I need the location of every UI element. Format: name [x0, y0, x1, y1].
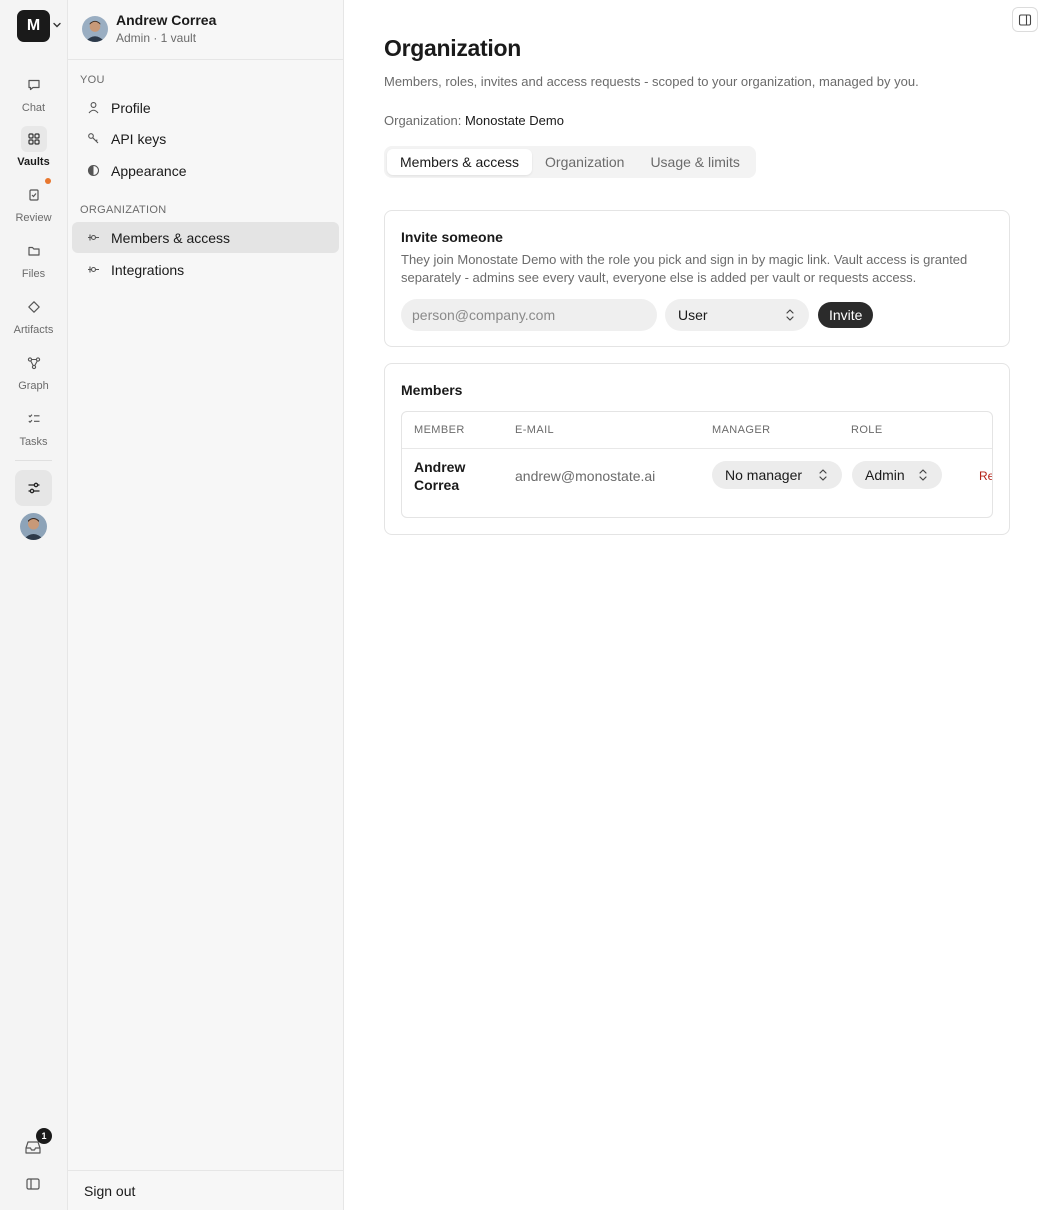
- panel-right-icon: [1018, 13, 1032, 26]
- rail-item-vaults[interactable]: Vaults: [0, 126, 67, 178]
- integrations-icon: [86, 263, 100, 277]
- rail-item-graph[interactable]: Graph: [0, 350, 67, 402]
- artifacts-icon: [21, 294, 47, 320]
- chevron-up-down-icon: [819, 469, 827, 481]
- tab-bar: Members & access Organization Usage & li…: [384, 146, 756, 178]
- rail-item-artifacts[interactable]: Artifacts: [0, 294, 67, 346]
- invite-card: Invite someone They join Monostate Demo …: [384, 210, 1010, 347]
- notification-dot: [45, 178, 51, 184]
- tab-members-access[interactable]: Members & access: [387, 149, 533, 175]
- sidebar-footer: Sign out: [68, 1170, 343, 1210]
- avatar: [82, 16, 108, 42]
- graph-icon: [21, 350, 47, 376]
- contrast-icon: [86, 164, 100, 178]
- app-rail: M Chat Vaults Review Files Artifacts Gra…: [0, 0, 68, 1210]
- role-value: Admin: [865, 467, 905, 483]
- review-icon: [21, 182, 47, 208]
- rail-divider: [15, 460, 52, 461]
- user-role-summary: Admin · 1 vault: [116, 31, 197, 45]
- sidebar-item-label: Appearance: [111, 162, 187, 179]
- rail-label: Files: [21, 268, 46, 280]
- rail-item-review[interactable]: Review: [0, 182, 67, 234]
- sign-out-button[interactable]: Sign out: [84, 1183, 135, 1199]
- page-subtitle: Members, roles, invites and access reque…: [384, 74, 919, 89]
- org-switcher-button[interactable]: M: [17, 10, 50, 42]
- section-label-you: YOU: [80, 74, 105, 86]
- chevron-down-icon[interactable]: [52, 19, 62, 31]
- sidebar-item-label: Members & access: [111, 229, 231, 246]
- sidebar-item-integrations[interactable]: Integrations: [72, 254, 339, 285]
- organization-name: Monostate Demo: [464, 113, 564, 128]
- rail-item-tasks[interactable]: Tasks: [0, 406, 67, 458]
- sidebar-item-appearance[interactable]: Appearance: [72, 155, 339, 186]
- rail-label: Chat: [21, 102, 46, 114]
- folder-icon: [21, 238, 47, 264]
- member-name: Andrew Correa: [414, 459, 466, 493]
- rail-label: Vaults: [17, 156, 50, 168]
- column-header-role: ROLE: [851, 424, 883, 436]
- sidebar-item-label: Profile: [111, 99, 151, 116]
- section-label-organization: ORGANIZATION: [80, 204, 167, 216]
- table-header: MEMBER E-MAIL MANAGER ROLE: [402, 412, 992, 449]
- organization-line: Organization: Monostate Demo: [384, 113, 564, 128]
- sidebar-toggle-icon[interactable]: [25, 1176, 41, 1192]
- main-content: Organization Members, roles, invites and…: [344, 0, 1050, 1210]
- members-icon: [86, 231, 100, 245]
- panel-toggle-button[interactable]: [1012, 7, 1038, 32]
- sidebar-item-label: Integrations: [111, 261, 185, 278]
- tab-organization[interactable]: Organization: [532, 149, 637, 175]
- rail-label: Graph: [18, 380, 49, 392]
- rail-item-chat[interactable]: Chat: [0, 72, 67, 124]
- remove-member-button[interactable]: Re: [979, 469, 992, 483]
- column-header-email: E-MAIL: [515, 424, 555, 436]
- invite-description: They join Monostate Demo with the role y…: [401, 252, 968, 285]
- tasks-icon: [21, 406, 47, 432]
- column-header-member: MEMBER: [414, 424, 465, 436]
- invite-button[interactable]: Invite: [818, 302, 874, 328]
- sidebar-item-members-access[interactable]: Members & access: [72, 222, 339, 253]
- settings-button[interactable]: [15, 470, 52, 506]
- user-header[interactable]: Andrew Correa Admin · 1 vault: [68, 0, 343, 60]
- inbox-badge: 1: [36, 1128, 52, 1144]
- manager-value: No manager: [725, 467, 803, 483]
- invite-email-input[interactable]: [401, 299, 657, 331]
- role-select-value: User: [678, 307, 708, 323]
- sidebar-item-api-keys[interactable]: API keys: [72, 123, 339, 154]
- key-icon: [86, 132, 100, 146]
- rail-label: Review: [15, 212, 52, 224]
- rail-item-files[interactable]: Files: [0, 238, 67, 290]
- column-header-manager: MANAGER: [712, 424, 771, 436]
- rail-label: Tasks: [19, 436, 48, 448]
- sliders-icon: [28, 482, 39, 494]
- organization-prefix: Organization:: [384, 113, 462, 128]
- avatar[interactable]: [20, 513, 47, 540]
- members-card: Members MEMBER E-MAIL MANAGER ROLE Andre…: [384, 363, 1010, 535]
- manager-select[interactable]: No manager: [712, 461, 842, 489]
- role-select[interactable]: Admin: [852, 461, 942, 489]
- org-initial: M: [26, 17, 41, 34]
- sidebar-item-profile[interactable]: Profile: [72, 92, 339, 123]
- invite-role-select[interactable]: User: [665, 299, 809, 331]
- settings-sidebar: Andrew Correa Admin · 1 vault YOU Profil…: [68, 0, 344, 1210]
- chat-icon: [21, 72, 47, 98]
- user-name: Andrew Correa: [116, 12, 217, 28]
- chevron-up-down-icon: [786, 309, 794, 321]
- member-email: andrew@monostate.ai: [515, 468, 656, 484]
- person-icon: [86, 101, 100, 115]
- members-title: Members: [401, 382, 463, 398]
- vaults-icon: [20, 126, 47, 152]
- tab-usage-limits[interactable]: Usage & limits: [637, 149, 752, 175]
- invite-title: Invite someone: [401, 229, 503, 245]
- sidebar-item-label: API keys: [111, 130, 167, 147]
- chevron-up-down-icon: [919, 469, 927, 481]
- page-title: Organization: [384, 35, 521, 61]
- members-table: MEMBER E-MAIL MANAGER ROLE Andrew Correa…: [401, 411, 993, 518]
- rail-label: Artifacts: [13, 324, 54, 336]
